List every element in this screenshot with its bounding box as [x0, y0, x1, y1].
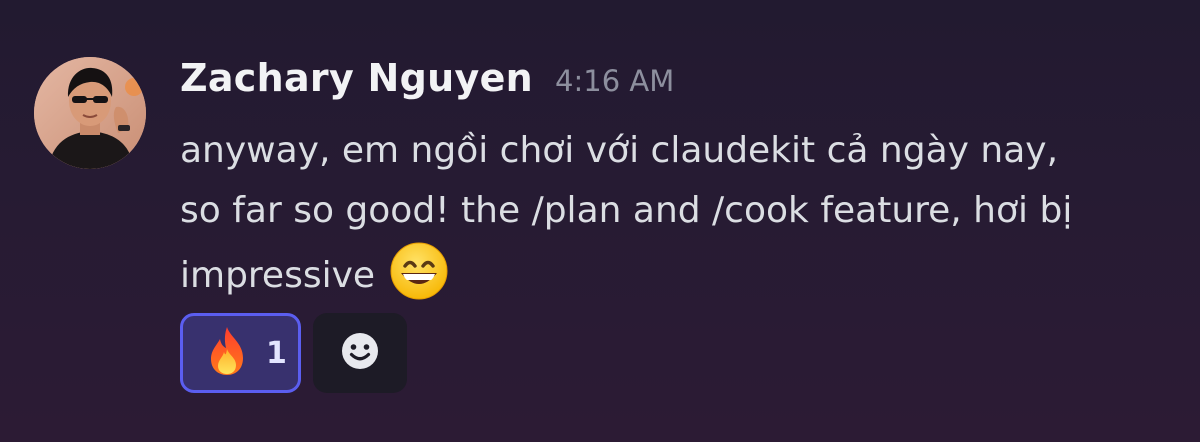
chat-message: Zachary Nguyen 4:16 AM anyway, em ngồi c…	[0, 0, 1200, 442]
timestamp: 4:16 AM	[555, 64, 675, 98]
message-text-line: anyway, em ngồi chơi với claudekit cả ng…	[180, 130, 1059, 171]
reaction-count: 1	[266, 335, 287, 371]
add-reaction-button[interactable]	[313, 313, 407, 393]
message-text-line-last: impressive	[180, 241, 1170, 306]
reactions-bar: 1	[180, 313, 407, 393]
message-text-segment: impressive	[180, 255, 376, 296]
avatar[interactable]	[34, 57, 146, 169]
reaction-fire[interactable]: 1	[180, 313, 301, 393]
username[interactable]: Zachary Nguyen	[180, 56, 533, 100]
message-content: anyway, em ngồi chơi với claudekit cả ng…	[180, 121, 1170, 306]
fire-icon	[203, 325, 251, 381]
message-header: Zachary Nguyen 4:16 AM	[180, 56, 674, 100]
smile-face-icon	[340, 331, 380, 375]
message-text-line: so far so good! the /plan and /cook feat…	[180, 190, 1073, 231]
grinning-face-emoji-icon	[389, 241, 449, 301]
avatar-photo-icon	[34, 57, 146, 169]
